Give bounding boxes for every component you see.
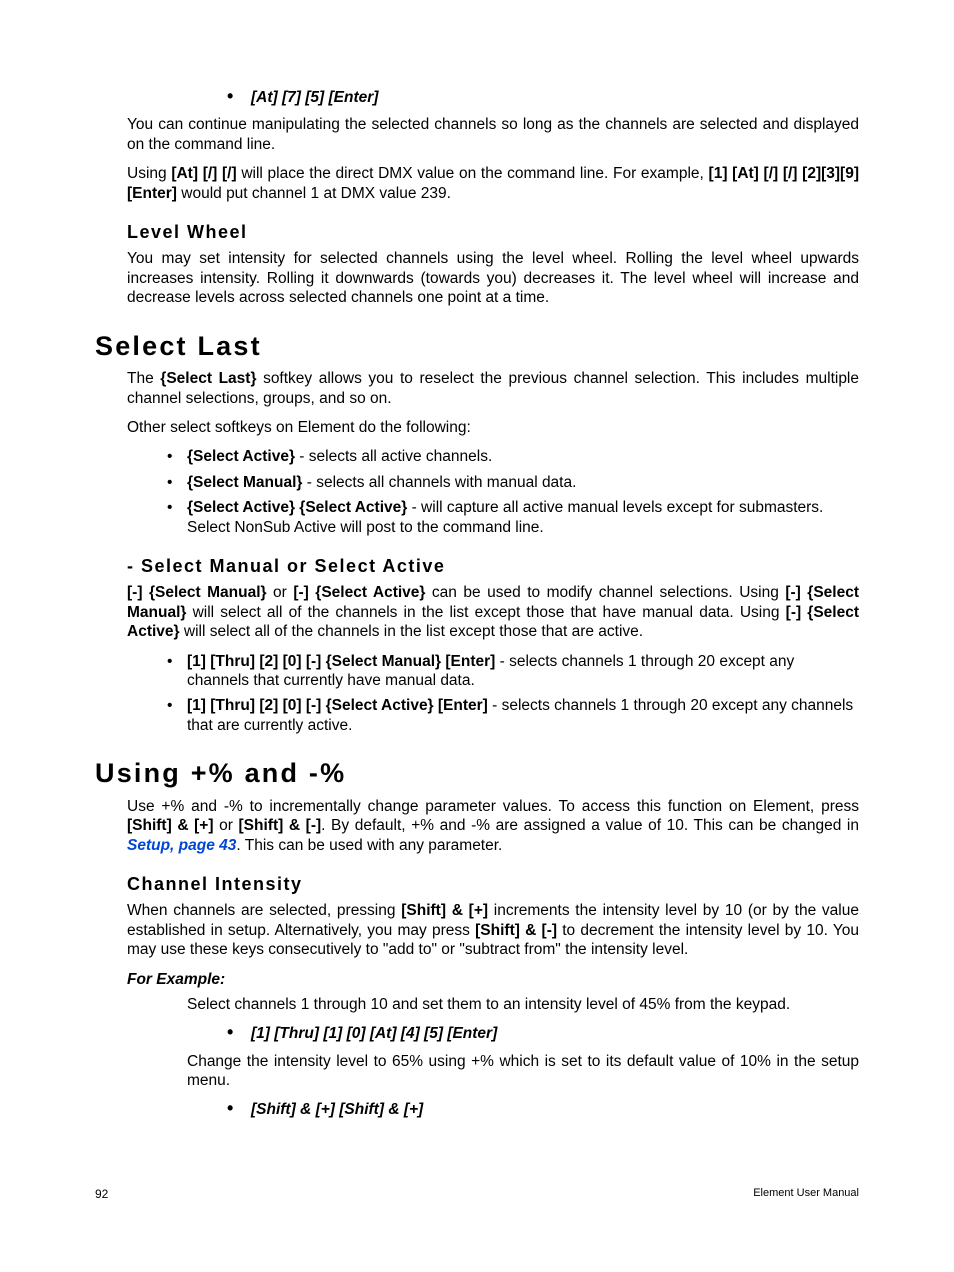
text: The bbox=[127, 370, 160, 387]
select-manual-active-list: [1] [Thru] [2] [0] [-] {Select Manual} [… bbox=[167, 652, 859, 736]
key-combo: [Shift] & [+] bbox=[401, 902, 488, 919]
softkey: {Select Active} {Select Active} bbox=[187, 499, 407, 516]
list-item: [1] [Thru] [2] [0] [-] {Select Active} [… bbox=[167, 696, 859, 735]
text: will place the direct DMX value on the c… bbox=[237, 165, 709, 182]
heading-level-wheel: Level Wheel bbox=[127, 221, 859, 244]
text: . This can be used with any parameter. bbox=[236, 837, 502, 854]
body-block-select-last: The {Select Last} softkey allows you to … bbox=[127, 369, 859, 735]
key-combo: [Shift] & [-] bbox=[475, 922, 557, 939]
text: . By default, +% and -% are assigned a v… bbox=[321, 817, 859, 834]
footer-title: Element User Manual bbox=[753, 1187, 859, 1202]
page-container: [At] [7] [5] [Enter] You can continue ma… bbox=[0, 0, 954, 1272]
text: Use +% and -% to incrementally change pa… bbox=[127, 798, 859, 815]
setup-link[interactable]: Setup, page 43 bbox=[127, 837, 236, 854]
keyseq-item: [1] [Thru] [1] [0] [At] [4] [5] [Enter] bbox=[227, 1024, 859, 1043]
text: would put channel 1 at DMX value 239. bbox=[177, 185, 451, 202]
keyseq-item: [At] [7] [5] [Enter] bbox=[227, 88, 859, 107]
keyseq-list-example-1: [1] [Thru] [1] [0] [At] [4] [5] [Enter] bbox=[227, 1024, 859, 1043]
page-footer: 92 Element User Manual bbox=[95, 1187, 859, 1202]
paragraph-select-last-1: The {Select Last} softkey allows you to … bbox=[127, 369, 859, 408]
text: - selects all active channels. bbox=[295, 448, 492, 465]
example-text-2: Change the intensity level to 65% using … bbox=[187, 1052, 859, 1091]
text: When channels are selected, pressing bbox=[127, 902, 401, 919]
key-combo: [Shift] & [+] bbox=[127, 817, 214, 834]
text: Using bbox=[127, 165, 171, 182]
page-number: 92 bbox=[95, 1187, 108, 1202]
heading-select-last: Select Last bbox=[95, 330, 859, 364]
paragraph-level-wheel: You may set intensity for selected chann… bbox=[127, 249, 859, 307]
key-combo: [1] [Thru] [2] [0] [-] {Select Active} [… bbox=[187, 697, 488, 714]
keyseq-list-example-2: [Shift] & [+] [Shift] & [+] bbox=[227, 1100, 859, 1119]
text: or bbox=[214, 817, 239, 834]
softkey: {Select Last} bbox=[160, 370, 256, 387]
paragraph-dmx: Using [At] [/] [/] will place the direct… bbox=[127, 164, 859, 203]
keyseq-list-top: [At] [7] [5] [Enter] bbox=[227, 88, 859, 107]
list-item: [1] [Thru] [2] [0] [-] {Select Manual} [… bbox=[167, 652, 859, 691]
softkey: {Select Active} bbox=[187, 448, 295, 465]
softkey: {Select Manual} bbox=[187, 474, 302, 491]
paragraph-using-percent: Use +% and -% to incrementally change pa… bbox=[127, 797, 859, 855]
key-combo: [Shift] & [-] bbox=[239, 817, 322, 834]
for-example-label: For Example: bbox=[127, 970, 859, 989]
text: can be used to modify channel selections… bbox=[425, 584, 785, 601]
paragraph-select-manual-active: [-] {Select Manual} or [-] {Select Activ… bbox=[127, 583, 859, 641]
key-combo: [-] {Select Active} bbox=[293, 584, 425, 601]
heading-channel-intensity: Channel Intensity bbox=[127, 873, 859, 896]
text: will select all of the channels in the l… bbox=[186, 604, 785, 621]
paragraph-select-last-2: Other select softkeys on Element do the … bbox=[127, 418, 859, 437]
text: will select all of the channels in the l… bbox=[180, 623, 644, 640]
list-item: {Select Manual} - selects all channels w… bbox=[167, 473, 859, 492]
select-softkeys-list: {Select Active} - selects all active cha… bbox=[167, 447, 859, 537]
text: or bbox=[267, 584, 294, 601]
heading-select-manual-active: - Select Manual or Select Active bbox=[127, 555, 859, 578]
paragraph-continue: You can continue manipulating the select… bbox=[127, 115, 859, 154]
key-combo: [-] {Select Manual} bbox=[127, 584, 267, 601]
paragraph-channel-intensity: When channels are selected, pressing [Sh… bbox=[127, 901, 859, 959]
key-combo: [1] [Thru] [2] [0] [-] {Select Manual} [… bbox=[187, 653, 495, 670]
body-block-using-percent: Use +% and -% to incrementally change pa… bbox=[127, 797, 859, 1120]
text: - selects all channels with manual data. bbox=[302, 474, 576, 491]
key-combo: [At] [/] [/] bbox=[171, 165, 236, 182]
keyseq-item: [Shift] & [+] [Shift] & [+] bbox=[227, 1100, 859, 1119]
example-text-1: Select channels 1 through 10 and set the… bbox=[187, 995, 859, 1014]
list-item: {Select Active} - selects all active cha… bbox=[167, 447, 859, 466]
for-example-block: Select channels 1 through 10 and set the… bbox=[187, 995, 859, 1120]
heading-using-percent: Using +% and -% bbox=[95, 757, 859, 791]
list-item: {Select Active} {Select Active} - will c… bbox=[167, 498, 859, 537]
body-block-top: [At] [7] [5] [Enter] You can continue ma… bbox=[127, 88, 859, 308]
